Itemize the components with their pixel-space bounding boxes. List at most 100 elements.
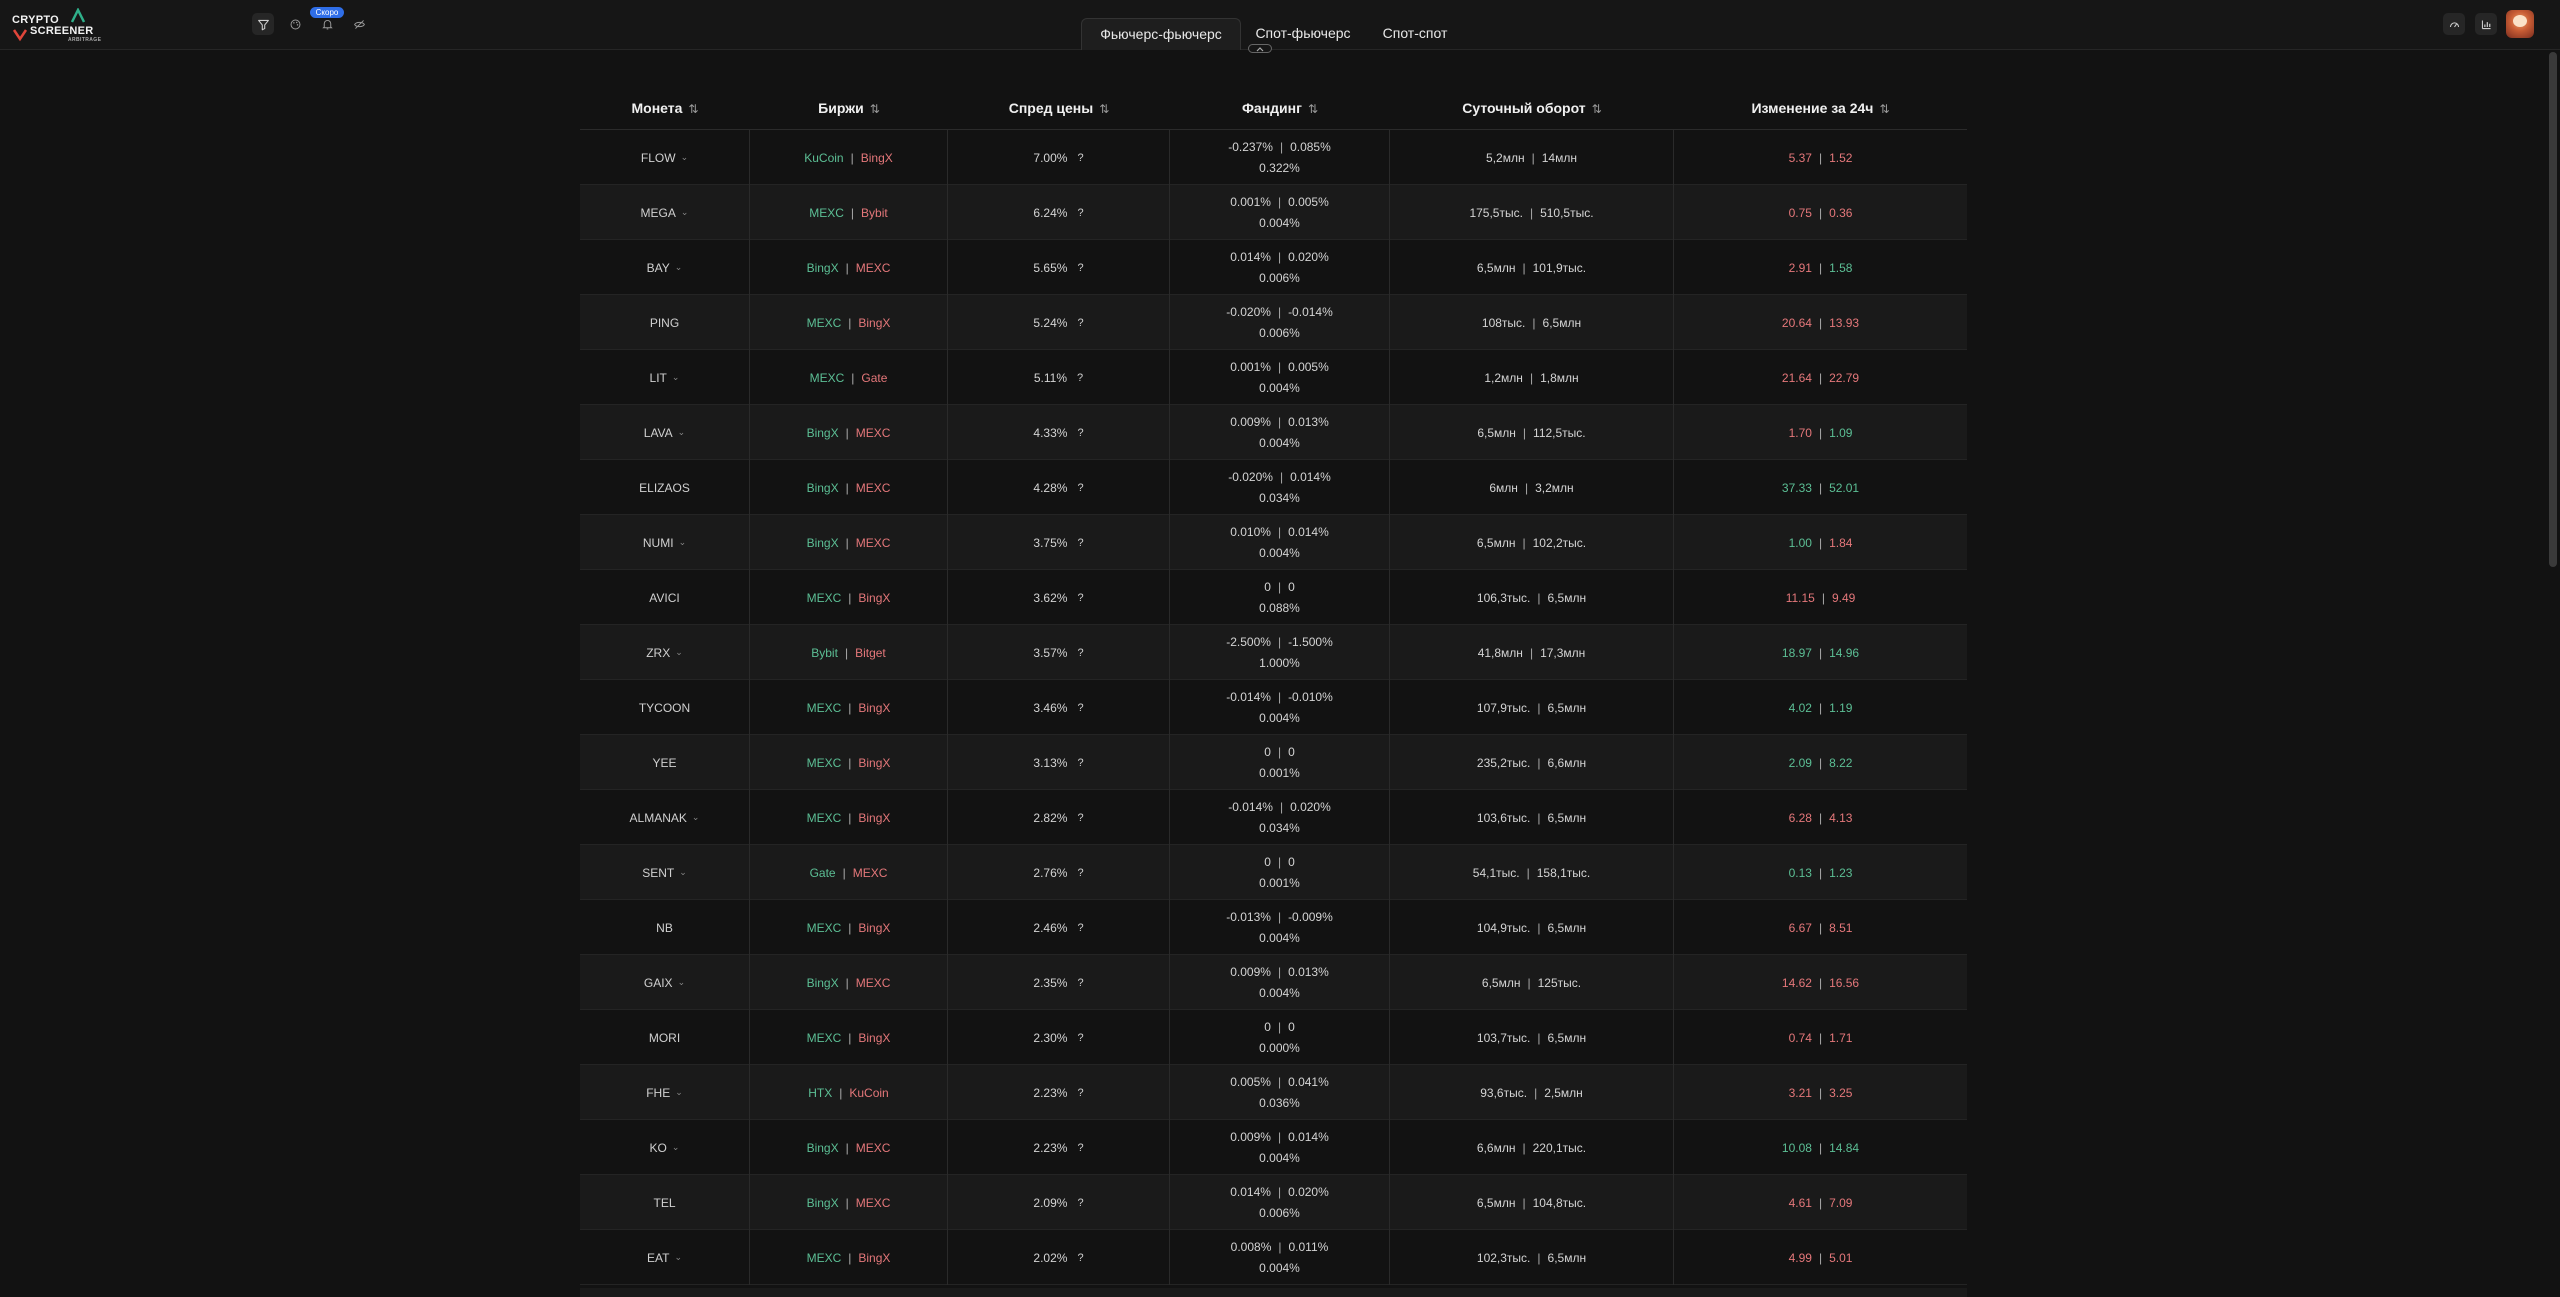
short-exchange[interactable]: BingX <box>858 316 890 330</box>
coin-cell[interactable]: ALMANAK ⌄ <box>580 790 750 845</box>
coin-cell[interactable]: YEE <box>580 735 750 790</box>
chevron-down-icon[interactable]: ⌄ <box>672 372 680 383</box>
tab-spot-spot[interactable]: Спот-спот <box>1369 18 1461 50</box>
coin-cell[interactable]: ELIZAOS <box>580 460 750 515</box>
long-exchange[interactable]: Bybit <box>811 646 838 660</box>
short-exchange[interactable]: MEXC <box>856 536 891 550</box>
table-row[interactable]: MORI MEXC | BingX 2.30%? 0 | 0 0.000% 103,7тыс. | 6… <box>580 1010 1967 1065</box>
table-row[interactable]: FHE ⌄ HTX | KuCoin 2.23%? 0.005% | 0.041% 0.036% 9… <box>580 1065 1967 1120</box>
chevron-down-icon[interactable]: ⌄ <box>678 977 686 988</box>
column-header-funding[interactable]: Фандинг ⇅ <box>1170 86 1390 130</box>
hide-button[interactable] <box>348 13 370 35</box>
chart-button[interactable] <box>2475 13 2497 35</box>
tab-futures-futures[interactable]: Фьючерс-фьючерс <box>1081 18 1241 50</box>
long-exchange[interactable]: BingX <box>807 261 839 275</box>
help-icon[interactable]: ? <box>1077 1252 1083 1264</box>
short-exchange[interactable]: BingX <box>858 1031 890 1045</box>
table-row[interactable]: SENT ⌄ Gate | MEXC 2.76%? 0 | 0 0.001% 54,1тыс. | 15… <box>580 845 1967 900</box>
table-row[interactable]: AVICI MEXC | BingX 3.62%? 0 | 0 0.088% 106,3тыс. |… <box>580 570 1967 625</box>
help-icon[interactable]: ? <box>1077 262 1083 274</box>
chevron-down-icon[interactable]: ⌄ <box>678 427 686 438</box>
page-scrollbar[interactable] <box>2549 52 2557 567</box>
help-icon[interactable]: ? <box>1077 922 1083 934</box>
help-icon[interactable]: ? <box>1077 427 1083 439</box>
long-exchange[interactable]: HTX <box>808 1086 832 1100</box>
table-row[interactable]: ALMANAK ⌄ MEXC | BingX 2.82%? -0.014% | 0.020% 0.… <box>580 790 1967 845</box>
chevron-down-icon[interactable]: ⌄ <box>675 647 683 658</box>
table-row[interactable]: GAIX ⌄ BingX | MEXC 2.35%? 0.009% | 0.013% 0.004%… <box>580 955 1967 1010</box>
column-header-volume[interactable]: Суточный оборот ⇅ <box>1390 86 1674 130</box>
table-row[interactable]: MEGA ⌄ MEXC | Bybit 6.24%? 0.001% | 0.005% 0.004%… <box>580 185 1967 240</box>
table-row[interactable]: EAT ⌄ MEXC | BingX 2.02%? 0.008% | 0.011% 0.004% 1… <box>580 1230 1967 1285</box>
table-row[interactable]: TYCOON MEXC | BingX 3.46%? -0.014% | -0.010% 0.0… <box>580 680 1967 735</box>
coin-cell[interactable]: AVICI <box>580 570 750 625</box>
short-exchange[interactable]: MEXC <box>856 1196 891 1210</box>
help-icon[interactable]: ? <box>1077 757 1083 769</box>
short-exchange[interactable]: MEXC <box>856 426 891 440</box>
short-exchange[interactable]: BingX <box>858 756 890 770</box>
long-exchange[interactable]: BingX <box>807 481 839 495</box>
coin-cell[interactable]: GAIX ⌄ <box>580 955 750 1010</box>
coin-cell[interactable]: PING <box>580 295 750 350</box>
coin-cell[interactable]: MORI <box>580 1010 750 1065</box>
table-row[interactable]: LIT ⌄ MEXC | Gate 5.11%? 0.001% | 0.005% 0.004% 1,… <box>580 350 1967 405</box>
short-exchange[interactable]: MEXC <box>853 866 888 880</box>
short-exchange[interactable]: KuCoin <box>849 1086 888 1100</box>
palette-button[interactable] <box>284 13 306 35</box>
short-exchange[interactable]: BingX <box>858 921 890 935</box>
short-exchange[interactable]: Gate <box>861 371 887 385</box>
app-logo[interactable]: CRYPTO SCREENER ARBITRAGE <box>12 8 102 43</box>
chevron-down-icon[interactable]: ⌄ <box>674 1252 682 1263</box>
coin-cell[interactable]: FLOW ⌄ <box>580 130 750 185</box>
help-icon[interactable]: ? <box>1077 537 1083 549</box>
table-row[interactable]: ZRX ⌄ Bybit | Bitget 3.57%? -2.500% | -1.500% 1.0… <box>580 625 1967 680</box>
long-exchange[interactable]: MEXC <box>807 921 842 935</box>
long-exchange[interactable]: BingX <box>807 426 839 440</box>
help-icon[interactable]: ? <box>1077 977 1083 989</box>
coin-cell[interactable]: FHE ⌄ <box>580 1065 750 1120</box>
coin-cell[interactable]: LIT ⌄ <box>580 350 750 405</box>
table-row[interactable]: ELIZAOS BingX | MEXC 4.28%? -0.020% | 0.014% 0.0… <box>580 460 1967 515</box>
coin-cell[interactable]: EAT ⌄ <box>580 1230 750 1285</box>
short-exchange[interactable]: BingX <box>858 701 890 715</box>
long-exchange[interactable]: BingX <box>807 1196 839 1210</box>
long-exchange[interactable]: BingX <box>807 536 839 550</box>
help-icon[interactable]: ? <box>1077 1142 1083 1154</box>
short-exchange[interactable]: BingX <box>858 591 890 605</box>
coin-cell[interactable]: MEGA ⌄ <box>580 185 750 240</box>
help-icon[interactable]: ? <box>1077 1087 1083 1099</box>
help-icon[interactable]: ? <box>1077 812 1083 824</box>
help-icon[interactable]: ? <box>1077 867 1083 879</box>
help-icon[interactable]: ? <box>1077 372 1083 384</box>
chevron-down-icon[interactable]: ⌄ <box>675 1087 683 1098</box>
column-header-exchanges[interactable]: Биржи ⇅ <box>750 86 948 130</box>
chevron-down-icon[interactable]: ⌄ <box>692 812 700 823</box>
long-exchange[interactable]: MEXC <box>810 371 845 385</box>
coin-cell[interactable]: KO ⌄ <box>580 1120 750 1175</box>
table-row[interactable]: YEE MEXC | BingX 3.13%? 0 | 0 0.001% 235,2тыс. | 6,… <box>580 735 1967 790</box>
long-exchange[interactable]: MEXC <box>807 756 842 770</box>
chevron-down-icon[interactable]: ⌄ <box>672 1142 680 1153</box>
sort-icon[interactable]: ⇅ <box>870 102 880 116</box>
collapse-toggle[interactable] <box>1248 44 1272 53</box>
coin-cell[interactable]: BAY ⌄ <box>580 240 750 295</box>
long-exchange[interactable]: Gate <box>810 866 836 880</box>
coin-cell[interactable]: TEL <box>580 1175 750 1230</box>
table-row[interactable]: NUMI ⌄ BingX | MEXC 3.75%? 0.010% | 0.014% 0.004%… <box>580 515 1967 570</box>
long-exchange[interactable]: MEXC <box>807 1031 842 1045</box>
sort-icon[interactable]: ⇅ <box>1308 102 1318 116</box>
long-exchange[interactable]: MEXC <box>807 811 842 825</box>
help-icon[interactable]: ? <box>1077 592 1083 604</box>
column-header-coin[interactable]: Монета ⇅ <box>580 86 750 130</box>
help-icon[interactable]: ? <box>1077 317 1083 329</box>
table-row[interactable]: LAVA ⌄ BingX | MEXC 4.33%? 0.009% | 0.013% 0.004%… <box>580 405 1967 460</box>
short-exchange[interactable]: BingX <box>858 1251 890 1265</box>
coin-cell[interactable]: SENT ⌄ <box>580 845 750 900</box>
long-exchange[interactable]: MEXC <box>807 701 842 715</box>
long-exchange[interactable]: MEXC <box>807 316 842 330</box>
coin-cell[interactable]: NB <box>580 900 750 955</box>
table-row[interactable]: FLOW ⌄ KuCoin | BingX 7.00%? -0.237% | 0.085% 0.3… <box>580 130 1967 185</box>
column-header-change-24h[interactable]: Изменение за 24ч ⇅ <box>1674 86 1967 130</box>
sort-icon[interactable]: ⇅ <box>1099 102 1109 116</box>
table-row[interactable]: NB MEXC | BingX 2.46%? -0.013% | -0.009% 0.004% 1… <box>580 900 1967 955</box>
